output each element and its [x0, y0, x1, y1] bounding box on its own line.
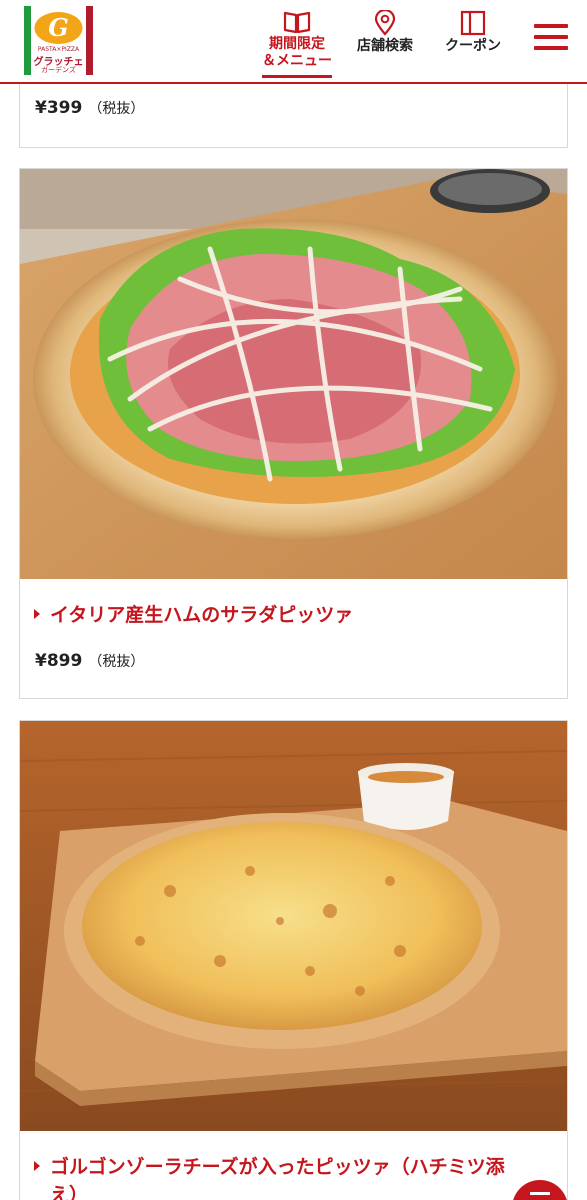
- nav-limited-label-line1: 期間限定: [269, 36, 325, 52]
- logo-sub-text: ガーデンズ: [41, 66, 76, 74]
- coupon-icon: [460, 10, 486, 36]
- item-name-line1: ゴルゴンゾーラチーズが入ったピッツァ（ハチミツ添: [50, 1156, 505, 1178]
- item-name-link[interactable]: イタリア産生ハムのサラダピッツァ: [34, 601, 353, 629]
- item-price: ¥399: [35, 98, 83, 118]
- item-name-line2[interactable]: え）: [50, 1181, 88, 1200]
- nav-coupon-label: クーポン: [445, 38, 501, 54]
- site-header: G PASTA×PIZZA グラッチェ ガーデンズ 期間限定 ＆メニュー 店舗検…: [0, 0, 587, 84]
- item-photo[interactable]: [20, 169, 567, 579]
- nav-coupon[interactable]: クーポン: [438, 10, 508, 55]
- arrow-right-icon: [34, 608, 40, 619]
- svg-text:G: G: [48, 13, 69, 42]
- item-photo[interactable]: [20, 721, 567, 1131]
- tax-note: （税抜）: [88, 101, 145, 117]
- arrow-right-icon: [34, 1160, 40, 1171]
- brand-logo[interactable]: G PASTA×PIZZA グラッチェ ガーデンズ: [24, 6, 93, 75]
- nav-limited-label-line2: ＆メニュー: [262, 53, 332, 69]
- item-name-link[interactable]: ゴルゴンゾーラチーズが入ったピッツァ（ハチミツ添: [34, 1153, 505, 1181]
- nav-store-search[interactable]: 店舗検索: [350, 10, 420, 55]
- logo-top-text: PASTA×PIZZA: [37, 46, 80, 53]
- item-price: ¥899: [35, 651, 83, 671]
- nav-active-indicator: [262, 75, 332, 78]
- menu-card: ゴルゴンゾーラチーズが入ったピッツァ（ハチミツ添 え）: [19, 720, 568, 1200]
- map-pin-icon: [374, 10, 396, 36]
- nav-limited-menu[interactable]: 期間限定 ＆メニュー: [262, 10, 332, 78]
- item-name: イタリア産生ハムのサラダピッツァ: [50, 604, 354, 626]
- nav-store-label: 店舗検索: [357, 38, 413, 54]
- tax-note: （税抜）: [88, 654, 145, 670]
- price-row: ¥899 （税抜）: [35, 651, 144, 671]
- price-row: ¥399 （税抜）: [35, 98, 144, 118]
- book-icon: [283, 11, 311, 34]
- hamburger-icon[interactable]: [534, 22, 568, 52]
- menu-card: イタリア産生ハムのサラダピッツァ ¥899 （税抜）: [19, 168, 568, 699]
